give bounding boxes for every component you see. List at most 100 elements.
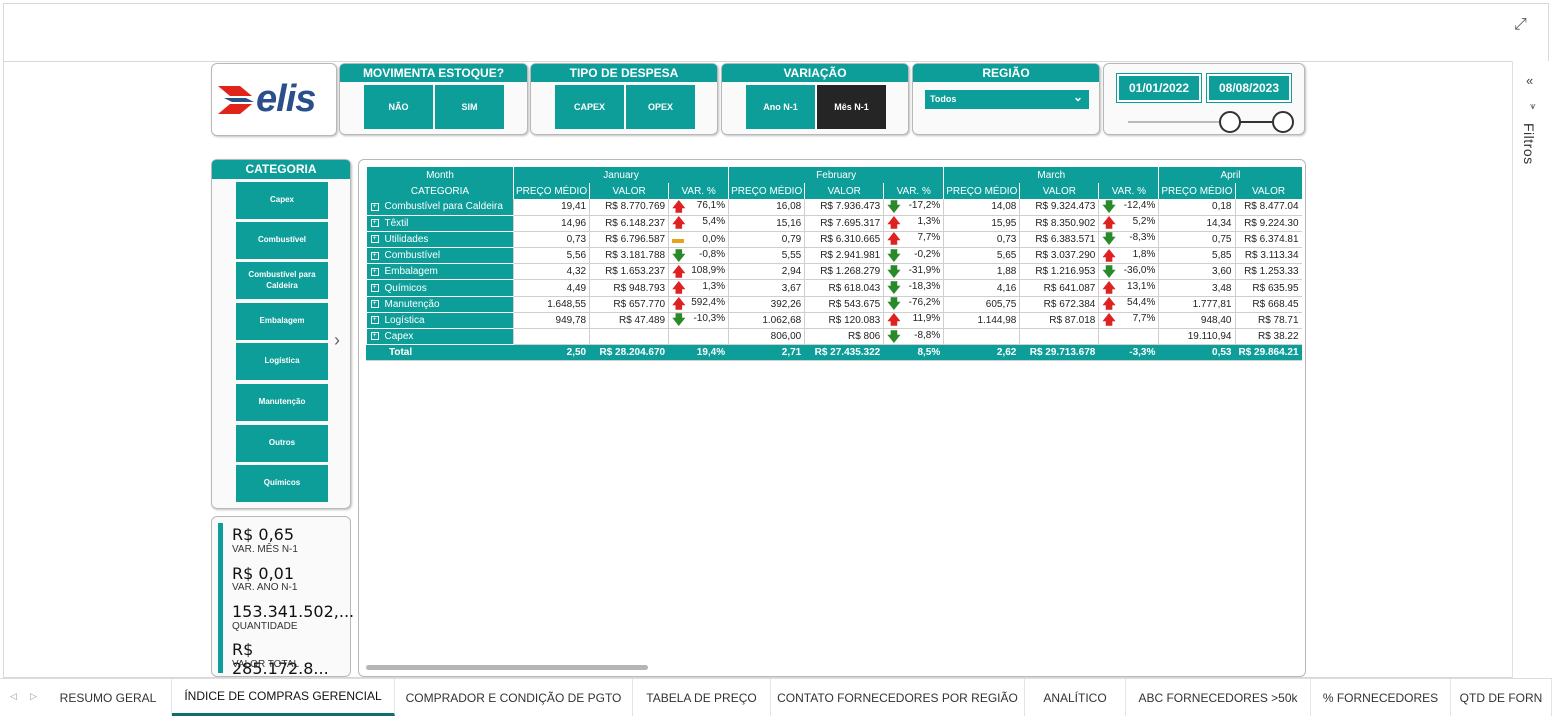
option-opex-button[interactable]: OPEX [626, 85, 695, 129]
filters-pane[interactable]: « ⩛ Filtros [1512, 61, 1549, 678]
sub-header-cell[interactable]: VAR. % [668, 183, 729, 199]
expand-plus-icon[interactable]: + [370, 202, 379, 211]
page-tab[interactable]: ÍNDICE DE COMPRAS GERENCIAL [172, 679, 395, 716]
var-pct-value: -8,8% [914, 329, 941, 341]
month-february[interactable]: February [728, 167, 944, 183]
collapse-icon[interactable]: « [1526, 73, 1533, 88]
row-category-cell[interactable]: + Capex [366, 328, 514, 346]
date-slider-end-handle[interactable] [1272, 111, 1294, 133]
option-mes-n1-button[interactable]: Mês N-1 [817, 85, 886, 129]
sub-header-cell[interactable]: VAR. % [1098, 183, 1159, 199]
sub-header-cell[interactable]: PREÇO MÉDIO [943, 183, 1020, 199]
page-tab[interactable]: CONTATO FORNECEDORES POR REGIÃO [771, 679, 1025, 716]
sub-header-row: CATEGORIA PREÇO MÉDIO VALOR VAR. % PREÇO MÉ… [366, 183, 1302, 199]
month-april[interactable]: April [1158, 167, 1302, 183]
row-category-cell[interactable]: + Utilidades [366, 231, 514, 249]
page-tab[interactable]: TABELA DE PREÇO [633, 679, 771, 716]
month-march[interactable]: March [943, 167, 1159, 183]
expand-plus-icon[interactable]: + [370, 235, 379, 244]
row-category-cell[interactable]: + Combustível [366, 247, 514, 265]
start-date-input[interactable]: 01/01/2022 [1116, 73, 1202, 103]
sub-header-cell[interactable]: PREÇO MÉDIO [1158, 183, 1235, 199]
page-tab[interactable]: ANALÍTICO [1025, 679, 1126, 716]
sub-header-cell[interactable]: VALOR [1019, 183, 1099, 199]
table-row[interactable]: + Embalagem 4,32 R$ 1.653.237 🡅 108,9% 2,94 R$ … [366, 263, 1302, 281]
table-row[interactable]: + Logística 949,78 R$ 47.489 🡇 -10,3% 1.062,68… [366, 312, 1302, 330]
categoria-option[interactable]: Embalagem [236, 303, 328, 340]
page-tab[interactable]: QTD DE FORN [1451, 679, 1552, 716]
sub-header-cell[interactable]: VALOR [804, 183, 884, 199]
row-category-cell[interactable]: + Manutenção [366, 296, 514, 313]
table-row[interactable]: + Utilidades 0,73 R$ 6.796.587 0,0% 0,79 R$ 6.… [366, 231, 1302, 249]
sub-header-cell[interactable]: PREÇO MÉDIO [728, 183, 805, 199]
slicer-regiao: REGIÃO Todos ⌄ [912, 63, 1100, 135]
table-row[interactable]: + Combustível 5,56 R$ 3.181.788 🡇 -0,8% 5,55 R$… [366, 247, 1302, 265]
page-tab[interactable]: RESUMO GERAL [45, 679, 172, 716]
filters-label[interactable]: Filtros [1521, 123, 1537, 165]
categoria-option[interactable]: Logística [236, 343, 328, 380]
horizontal-scrollbar[interactable] [366, 665, 648, 670]
slicer-title: VARIAÇÃO [722, 64, 908, 82]
var-pct-cell: 0,0% [668, 231, 729, 249]
preco-medio-cell: 15,95 [943, 215, 1020, 232]
date-slider-start-handle[interactable] [1219, 111, 1241, 133]
sub-header-cell[interactable]: VAR. % [883, 183, 944, 199]
page-tab[interactable]: % FORNECEDORES [1311, 679, 1451, 716]
expand-icon[interactable]: ⤢ [1514, 16, 1534, 36]
row-category-label: Químicos [384, 282, 427, 294]
expand-plus-icon[interactable]: + [370, 267, 379, 276]
page-tab[interactable]: COMPRADOR E CONDIÇÃO DE PGTO [395, 679, 633, 716]
option-capex-button[interactable]: CAPEX [555, 85, 624, 129]
var-pct-value: 7,7% [917, 232, 941, 244]
sub-header-cell[interactable]: VALOR [1234, 183, 1302, 199]
total-cell: R$ 28.204.670 [589, 344, 669, 362]
expand-plus-icon[interactable]: + [370, 283, 379, 292]
var-pct-value: 1,3% [702, 281, 726, 293]
row-category-cell[interactable]: + Embalagem [366, 263, 514, 281]
var-pct-cell: 🡇 -8,8% [883, 328, 944, 346]
month-january[interactable]: January [512, 167, 729, 183]
expand-plus-icon[interactable]: + [370, 300, 379, 309]
row-category-cell[interactable]: + Químicos [366, 279, 514, 297]
table-row[interactable]: + Manutenção 1.648,55 R$ 657.770 🡅 592,4% 392,… [366, 296, 1302, 313]
row-category-cell[interactable]: + Combustível para Caldeira [366, 199, 514, 216]
valor-cell: R$ 6.383.571 [1019, 231, 1099, 249]
row-category-label: Embalagem [384, 266, 438, 278]
tab-prev-icon[interactable]: ◁ [10, 691, 17, 702]
table-row[interactable]: + Combustível para Caldeira 19,41 R$ 8.770.… [366, 199, 1302, 216]
expand-plus-icon[interactable]: + [370, 332, 379, 341]
categoria-option[interactable]: Manutenção [236, 384, 328, 421]
var-pct-value: -10,3% [693, 313, 726, 325]
categoria-option[interactable]: Combustível [236, 222, 328, 259]
sub-header-cell[interactable]: PREÇO MÉDIO [512, 183, 590, 199]
row-category-cell[interactable]: + Têxtil [366, 215, 514, 232]
categoria-option[interactable]: Capex [236, 182, 328, 219]
table-row[interactable]: + Capex 806,00 R$ 806 🡇 -8,8% 19.110,94 R$ 38.2… [366, 328, 1302, 346]
expand-plus-icon[interactable]: + [370, 251, 379, 260]
tab-next-icon[interactable]: ▷ [30, 691, 37, 702]
page-tab[interactable]: ABC FORNECEDORES >50k [1126, 679, 1311, 716]
expand-plus-icon[interactable]: + [370, 316, 379, 325]
chevron-right-icon[interactable]: › [334, 330, 340, 351]
month-header[interactable]: Month [366, 167, 514, 183]
table-row[interactable]: + Têxtil 14,96 R$ 6.148.237 🡅 5,4% 15,16 R$ 7.6… [366, 215, 1302, 232]
categoria-option[interactable]: Químicos [236, 465, 328, 502]
option-ano-n1-button[interactable]: Ano N-1 [746, 85, 815, 129]
option-sim-button[interactable]: SIM [435, 85, 504, 129]
total-cell: 2,62 [943, 344, 1020, 362]
slicer-tipo-despesa: TIPO DE DESPESA CAPEX OPEX [530, 63, 718, 135]
end-date-input[interactable]: 08/08/2023 [1206, 73, 1292, 103]
categoria-option[interactable]: Outros [236, 425, 328, 462]
slicer-title: MOVIMENTA ESTOQUE? [340, 64, 527, 82]
row-category-cell[interactable]: + Logística [366, 312, 514, 330]
table-row[interactable]: + Químicos 4,49 R$ 948.793 🡅 1,3% 3,67 R$ 618.0… [366, 279, 1302, 297]
expand-plus-icon[interactable]: + [370, 219, 379, 228]
arrow-up-icon: 🡅 [887, 231, 901, 247]
categoria-option[interactable]: Combustível para Caldeira [236, 262, 328, 299]
categoria-header[interactable]: CATEGORIA [366, 183, 514, 199]
sub-header-cell[interactable]: VALOR [589, 183, 669, 199]
arrow-up-icon: 🡅 [1102, 215, 1116, 231]
option-nao-button[interactable]: NÃO [364, 85, 433, 129]
var-pct-value: 5,2% [1132, 216, 1156, 228]
regiao-dropdown[interactable]: Todos ⌄ [925, 90, 1089, 109]
